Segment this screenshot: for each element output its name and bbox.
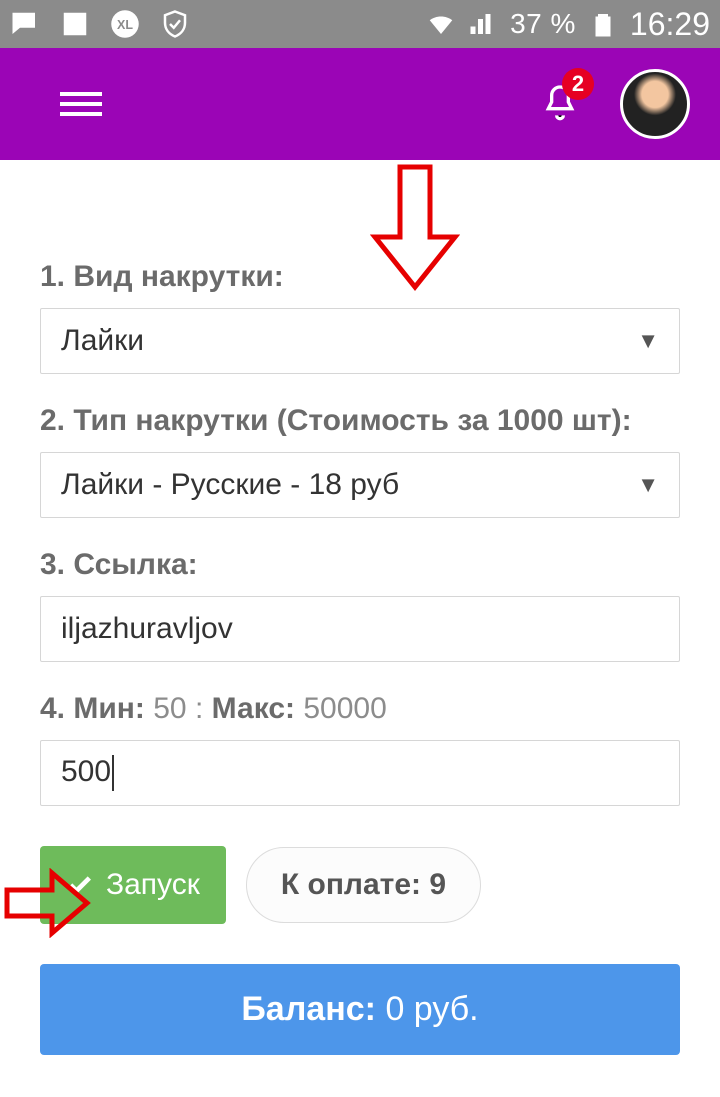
balance-label: Баланс:: [241, 990, 376, 1028]
image-icon: [60, 9, 90, 39]
avatar[interactable]: [620, 69, 690, 139]
android-status-bar: XL 37 % 16:29: [0, 0, 720, 48]
boost-type-select[interactable]: Лайки - Русские - 18 руб ▼: [40, 452, 680, 518]
boost-kind-select[interactable]: Лайки ▼: [40, 308, 680, 374]
launch-button[interactable]: Запуск: [40, 846, 226, 924]
app-header: 2: [0, 48, 720, 160]
link-input[interactable]: iljazhuravljov: [40, 596, 680, 662]
field1-label: 1. Вид накрутки:: [40, 260, 680, 294]
chevron-down-icon: ▼: [637, 472, 659, 498]
quantity-input[interactable]: 500: [40, 740, 680, 806]
status-clock: 16:29: [630, 6, 710, 43]
select-value: Лайки: [61, 324, 144, 358]
select-value: Лайки - Русские - 18 руб: [61, 468, 399, 502]
signal-icon: [468, 9, 498, 39]
svg-text:XL: XL: [117, 18, 133, 32]
notification-badge: 2: [562, 68, 594, 100]
shield-icon: [160, 9, 190, 39]
balance-value: 0 руб.: [385, 990, 478, 1028]
notifications-button[interactable]: 2: [540, 80, 580, 129]
field2-label: 2. Тип накрутки (Стоимость за 1000 шт):: [40, 404, 680, 438]
menu-icon[interactable]: [60, 92, 102, 116]
check-icon: [66, 871, 94, 899]
field4-label: 4. Мин: 50 : Макс: 50000: [40, 692, 680, 726]
xl-icon: XL: [110, 9, 140, 39]
wifi-icon: [426, 9, 456, 39]
to-pay-pill: К оплате: 9: [246, 847, 481, 923]
field3-label: 3. Ссылка:: [40, 548, 680, 582]
quantity-value: 500: [61, 755, 111, 788]
form-container: 1. Вид накрутки: Лайки ▼ 2. Тип накрутки…: [0, 160, 720, 1095]
balance-button[interactable]: Баланс: 0 руб.: [40, 964, 680, 1055]
chevron-down-icon: ▼: [637, 328, 659, 354]
chat-icon: [10, 9, 40, 39]
battery-icon: [588, 9, 618, 39]
link-value: iljazhuravljov: [61, 612, 233, 646]
battery-percent: 37 %: [510, 8, 576, 40]
text-cursor: [112, 755, 114, 791]
launch-label: Запуск: [106, 868, 200, 902]
